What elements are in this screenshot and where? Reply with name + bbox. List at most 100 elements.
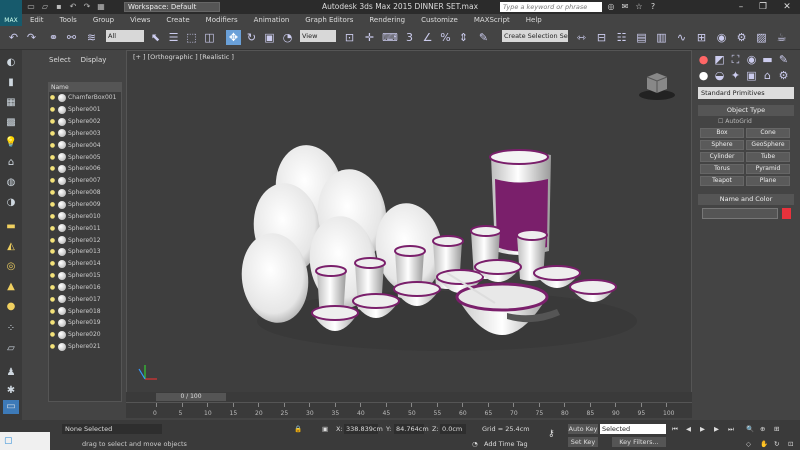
unlink-icon[interactable]: ⚯ xyxy=(64,30,79,45)
scene-object-row[interactable]: ● Sphere018 xyxy=(49,305,121,317)
render-toggle-icon[interactable] xyxy=(58,188,66,197)
helpers-icon[interactable]: ⌂ xyxy=(760,68,775,83)
help-icon[interactable]: ? xyxy=(648,2,658,12)
menu-maxscript[interactable]: MAXScript xyxy=(466,14,518,26)
keyboard-shortcut-icon[interactable]: ⌨ xyxy=(382,30,398,45)
star-icon[interactable]: ☆ xyxy=(634,2,644,12)
tab-select[interactable]: Select xyxy=(44,54,76,66)
undo-icon[interactable]: ↶ xyxy=(68,2,78,12)
reference-coord-dropdown[interactable]: View xyxy=(300,30,336,42)
scene-object-row[interactable]: ● Sphere006 xyxy=(49,163,121,175)
mirror-icon[interactable]: ⇿ xyxy=(574,30,589,45)
field-of-view-icon[interactable]: ◇ xyxy=(746,439,751,449)
geometry-icon[interactable]: ● xyxy=(696,68,711,83)
bulb-icon[interactable]: ● xyxy=(49,248,56,255)
curve-editor-icon[interactable]: ∿ xyxy=(674,30,689,45)
menu-tools[interactable]: Tools xyxy=(52,14,85,26)
scene-object-row[interactable]: ● Sphere002 xyxy=(49,116,121,128)
selection-filter-dropdown[interactable]: All xyxy=(106,30,144,42)
bulb-icon[interactable]: ● xyxy=(49,94,56,101)
shapes-icon[interactable]: ✱ xyxy=(3,384,19,398)
cone-button[interactable]: Cone xyxy=(746,128,790,138)
link-icon[interactable]: ⚭ xyxy=(46,30,61,45)
bulb-icon[interactable]: ● xyxy=(49,225,56,232)
key-mode-dropdown[interactable]: Selected xyxy=(600,424,666,434)
hierarchy-tab-icon[interactable]: ⛶ xyxy=(728,52,743,67)
create-tab-icon[interactable]: ● xyxy=(696,52,711,67)
scene-object-row[interactable]: ● Sphere004 xyxy=(49,139,121,151)
align-icon[interactable]: ⊟ xyxy=(594,30,609,45)
zoom-all-icon[interactable]: ⊕ xyxy=(760,424,765,434)
render-toggle-icon[interactable] xyxy=(58,153,66,162)
scale-icon[interactable]: ▣ xyxy=(262,30,277,45)
cylinder-button[interactable]: Cylinder xyxy=(700,152,744,162)
render-toggle-icon[interactable] xyxy=(58,164,66,173)
orbit-icon[interactable]: ↻ xyxy=(774,439,779,449)
utilities-tab-icon[interactable]: ✎ xyxy=(776,52,791,67)
pyramid-button[interactable]: Pyramid xyxy=(746,164,790,174)
add-time-tag[interactable]: Add Time Tag xyxy=(484,439,544,449)
bulb-icon[interactable]: ● xyxy=(49,154,56,161)
scene-object-row[interactable]: ● Sphere003 xyxy=(49,128,121,140)
render-toggle-icon[interactable] xyxy=(58,176,66,185)
minimize-button[interactable]: – xyxy=(730,0,752,14)
scene-object-row[interactable]: ● Sphere021 xyxy=(49,341,121,353)
menu-create[interactable]: Create xyxy=(158,14,197,26)
set-key-button[interactable]: Set Key xyxy=(568,437,598,447)
binoculars-icon[interactable]: ◎ xyxy=(606,2,616,12)
absolute-mode-icon[interactable]: ▣ xyxy=(322,424,328,434)
named-selection-dropdown[interactable]: Create Selection Se xyxy=(502,30,568,42)
redo-icon[interactable]: ↷ xyxy=(24,30,39,45)
subscription-icon[interactable]: ✉ xyxy=(620,2,630,12)
plane-button[interactable]: Plane xyxy=(746,176,790,186)
select-by-name-icon[interactable]: ☰ xyxy=(166,30,181,45)
menu-views[interactable]: Views xyxy=(122,14,158,26)
scene-object-row[interactable]: ● ChamferBox001 xyxy=(49,92,121,104)
material-editor-icon[interactable]: ◉ xyxy=(714,30,729,45)
graphite-ribbon-icon[interactable]: ▥ xyxy=(654,30,669,45)
sphere-primitive-icon[interactable]: ● xyxy=(3,300,19,314)
select-object-icon[interactable]: ⬉ xyxy=(148,30,163,45)
render-teapot-icon[interactable]: ☕ xyxy=(774,30,789,45)
bulb-icon[interactable]: ● xyxy=(49,237,56,244)
bulb-icon[interactable]: ● xyxy=(49,213,56,220)
modify-mode-icon[interactable]: ▮ xyxy=(3,76,19,90)
goto-end-icon[interactable]: ⏭ xyxy=(728,424,734,434)
render-toggle-icon[interactable] xyxy=(58,342,66,351)
y-coordinate-field[interactable]: 84.764cm xyxy=(394,424,429,434)
tube-button[interactable]: Tube xyxy=(746,152,790,162)
redo-icon[interactable]: ↷ xyxy=(82,2,92,12)
menu-animation[interactable]: Animation xyxy=(246,14,298,26)
goto-start-icon[interactable]: ⏮ xyxy=(672,424,678,434)
scene-object-row[interactable]: ● Sphere020 xyxy=(49,329,121,341)
layer-manager-icon[interactable]: ☷ xyxy=(614,30,629,45)
light-icon[interactable]: 💡 xyxy=(3,136,19,150)
percent-snap-icon[interactable]: % xyxy=(438,30,453,45)
render-toggle-icon[interactable] xyxy=(58,129,66,138)
restore-button[interactable]: ❐ xyxy=(752,0,774,14)
angle-snap-icon[interactable]: ∠ xyxy=(420,30,435,45)
collapse-strip-icon[interactable]: ▭ xyxy=(3,400,19,414)
render-toggle-icon[interactable] xyxy=(58,271,66,280)
torus-button[interactable]: Torus xyxy=(700,164,744,174)
motion-tab-icon[interactable]: ◉ xyxy=(744,52,759,67)
shapes-icon[interactable]: ◒ xyxy=(712,68,727,83)
bulb-icon[interactable]: ● xyxy=(49,296,56,303)
time-slider-thumb[interactable]: 0 / 100 xyxy=(156,393,226,401)
bulb-icon[interactable]: ● xyxy=(49,189,56,196)
bind-spacewarp-icon[interactable]: ≋ xyxy=(84,30,99,45)
box-button[interactable]: Box xyxy=(700,128,744,138)
cone-primitive-icon[interactable]: ◭ xyxy=(3,240,19,254)
z-coordinate-field[interactable]: 0.0cm xyxy=(440,424,466,434)
render-toggle-icon[interactable] xyxy=(58,212,66,221)
auto-key-button[interactable]: Auto Key xyxy=(568,424,598,434)
menu-help[interactable]: Help xyxy=(518,14,550,26)
name-and-color-rollout[interactable]: Name and Color xyxy=(698,194,794,205)
snap-icon[interactable]: 3 xyxy=(402,30,417,45)
rotate-icon[interactable]: ↻ xyxy=(244,30,259,45)
plane-icon[interactable]: ▱ xyxy=(3,342,19,356)
scene-object-row[interactable]: ● Sphere013 xyxy=(49,246,121,258)
save-icon[interactable]: ▪ xyxy=(54,2,64,12)
perspective-viewport[interactable]: [+ ] [Orthographic ] [Realistic ] xyxy=(126,50,692,400)
scene-object-row[interactable]: ● Sphere005 xyxy=(49,151,121,163)
